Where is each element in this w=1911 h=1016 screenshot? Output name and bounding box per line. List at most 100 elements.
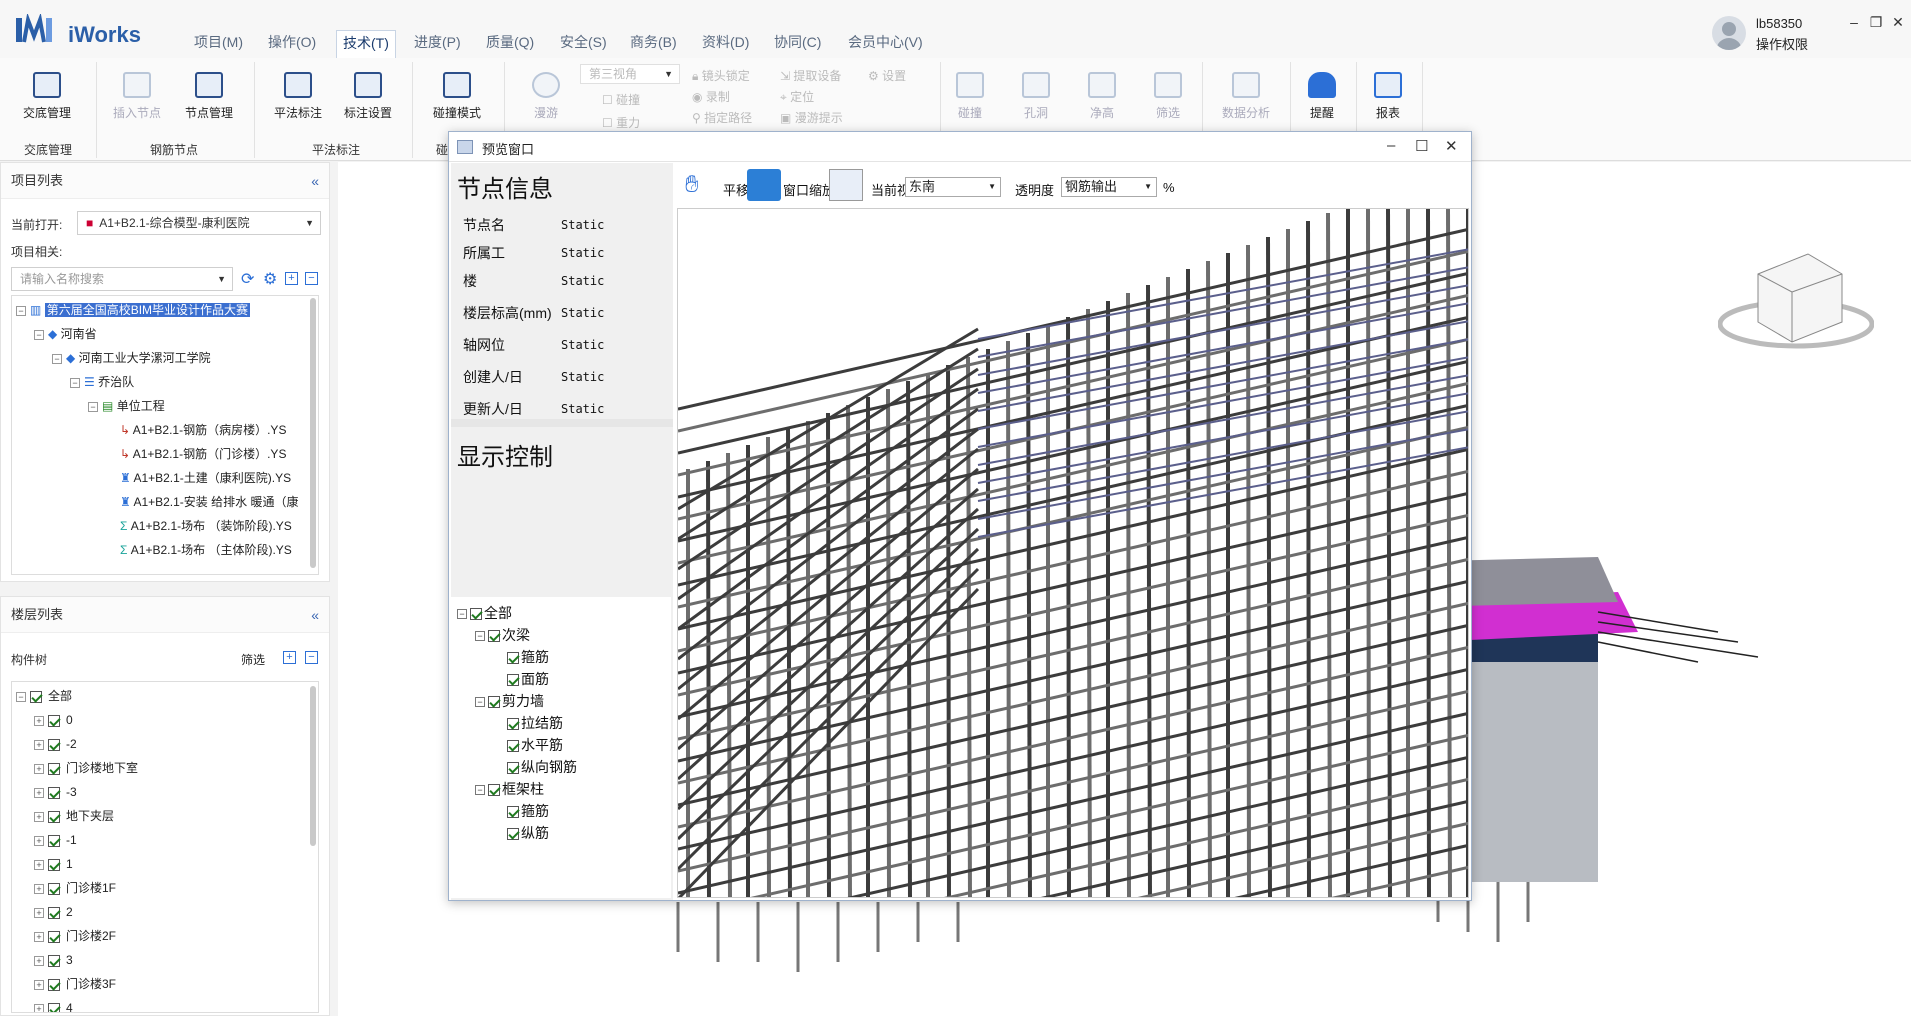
tree-node-province[interactable]: − ◆ 河南省 (34, 324, 97, 344)
floor-item[interactable]: +2 (34, 902, 73, 922)
checkbox[interactable] (470, 608, 482, 621)
collapse-icon[interactable]: − (457, 609, 467, 620)
expand-icon[interactable]: + (34, 835, 44, 846)
tree-file-item[interactable]: ↳ A1+B2.1-钢筋（门诊楼）.YS (120, 444, 286, 464)
checkbox[interactable] (48, 810, 60, 823)
menu-business[interactable]: 商务(B) (624, 30, 683, 56)
zoom-extents-icon[interactable] (747, 169, 781, 201)
checkbox[interactable] (488, 630, 500, 643)
collapse-icon[interactable]: « (311, 163, 319, 199)
record-option[interactable]: ◉ 录制 (692, 88, 730, 105)
collapse-icon[interactable]: − (475, 697, 485, 708)
floor-item[interactable]: +1 (34, 854, 73, 874)
checkbox[interactable] (48, 882, 60, 895)
project-search-input[interactable]: 请输入名称搜索 ▼ (11, 267, 233, 291)
menu-project[interactable]: 项目(M) (188, 30, 249, 56)
refresh-icon[interactable]: ⟳ (241, 269, 254, 289)
ctrl-leaf[interactable]: 纵向钢筋 (507, 757, 577, 777)
hole-button[interactable]: 孔洞 (1016, 58, 1056, 130)
collapse-all-icon[interactable]: − (305, 272, 318, 285)
collapse-icon[interactable]: − (16, 305, 26, 316)
view-mode-select[interactable]: 第三视角 ▼ (580, 64, 680, 84)
remind-button[interactable]: 提醒 (1302, 58, 1342, 130)
expand-all-icon[interactable]: + (283, 651, 296, 664)
checkbox[interactable] (48, 1002, 60, 1012)
minimize-icon[interactable]: – (1387, 137, 1395, 154)
expand-icon[interactable]: + (34, 1003, 44, 1012)
checkbox[interactable] (507, 762, 519, 775)
transparency-select[interactable]: 钢筋输出 ▼ (1061, 177, 1157, 197)
mark-settings-button[interactable]: 标注设置 (336, 58, 400, 130)
floor-item[interactable]: + -3 (34, 782, 77, 802)
gear-icon[interactable]: ⚙ (263, 269, 277, 289)
set-path-option[interactable]: ⚲ 指定路径 (692, 109, 752, 126)
floor-item[interactable]: + 门诊楼地下室 (34, 758, 138, 778)
roam-button[interactable]: 漫游 (516, 58, 576, 130)
tree-file-item[interactable]: Σ A1+B2.1-场布 （装饰阶段).YS (120, 516, 292, 536)
menu-safety[interactable]: 安全(S) (554, 30, 613, 56)
expand-icon[interactable]: + (34, 859, 44, 870)
checkbox[interactable] (48, 858, 60, 871)
extract-device-option[interactable]: ⇲ 提取设备 (780, 67, 841, 84)
checkbox[interactable] (507, 652, 519, 665)
report-button[interactable]: 报表 (1368, 58, 1408, 130)
tree-file-item[interactable]: Σ A1+B2.1-场布 （主体阶段).YS (120, 540, 292, 560)
checkbox[interactable] (507, 718, 519, 731)
rebar-preview-viewport[interactable] (677, 208, 1469, 898)
expand-icon[interactable]: + (34, 883, 44, 894)
ctrl-leaf[interactable]: 箍筋 (507, 647, 549, 667)
floor-item[interactable]: + 门诊楼3F (34, 974, 116, 994)
current-view-select[interactable]: 东南 ▼ (905, 177, 1001, 197)
floor-item[interactable]: + 门诊楼1F (34, 878, 116, 898)
ctrl-node-ciliang[interactable]: − 次梁 (475, 625, 530, 645)
clash-button[interactable]: 碰撞 (950, 58, 990, 130)
menu-member-center[interactable]: 会员中心(V) (842, 30, 929, 56)
collapse-icon[interactable]: « (311, 597, 319, 633)
floor-item[interactable]: + 门诊楼2F (34, 926, 116, 946)
window-zoom-button[interactable]: 窗口缩放 (783, 180, 835, 199)
collapse-icon[interactable]: − (16, 691, 26, 702)
collapse-icon[interactable]: − (52, 353, 62, 364)
magnifier-icon[interactable] (829, 169, 863, 201)
checkbox[interactable] (48, 930, 60, 943)
collapse-icon[interactable]: − (34, 329, 44, 340)
floor-item[interactable]: + -2 (34, 734, 77, 754)
menu-documents[interactable]: 资料(D) (696, 30, 755, 56)
roam-hint-option[interactable]: ▣ 漫游提示 (780, 109, 843, 126)
menu-technology[interactable]: 技术(T) (336, 30, 396, 58)
ctrl-node-all[interactable]: − 全部 (457, 603, 512, 623)
checkbox[interactable] (507, 828, 519, 841)
tree-node-school[interactable]: − ◆ 河南工业大学漯河工学院 (52, 348, 211, 368)
ctrl-leaf[interactable]: 面筋 (507, 669, 549, 689)
ctrl-node-jianliqiang[interactable]: − 剪力墙 (475, 691, 544, 711)
checkbox[interactable] (48, 954, 60, 967)
expand-icon[interactable]: + (34, 739, 44, 750)
floor-item[interactable]: +4 (34, 998, 73, 1012)
checkbox[interactable] (48, 738, 60, 751)
checkbox[interactable] (48, 906, 60, 919)
close-icon[interactable]: ✕ (1888, 14, 1908, 32)
menu-collaboration[interactable]: 协同(C) (768, 30, 827, 56)
viewcube-icon[interactable] (1718, 244, 1874, 364)
node-mgmt-button[interactable]: 节点管理 (176, 58, 242, 130)
checkbox[interactable] (507, 806, 519, 819)
ctrl-leaf[interactable]: 箍筋 (507, 801, 549, 821)
clash-mode-button[interactable]: 碰撞模式 (424, 58, 490, 130)
expand-all-icon[interactable]: + (285, 272, 298, 285)
floor-item[interactable]: +3 (34, 950, 73, 970)
minimize-icon[interactable]: – (1844, 14, 1864, 32)
collapse-icon[interactable]: − (88, 401, 98, 412)
ctrl-leaf[interactable]: 拉结筋 (507, 713, 563, 733)
tree-node-unit[interactable]: − ▤ 单位工程 (88, 396, 165, 416)
tree-file-item[interactable]: ♜ A1+B2.1-安装 给排水 暖通（康 (120, 492, 298, 512)
checkbox[interactable] (507, 674, 519, 687)
checkbox[interactable] (48, 978, 60, 991)
floor-node-all[interactable]: − 全部 (16, 686, 72, 706)
expand-icon[interactable]: + (34, 955, 44, 966)
tree-file-item[interactable]: ↳ A1+B2.1-钢筋（病房楼）.YS (120, 420, 286, 440)
filter-button[interactable]: 筛选 (1148, 58, 1188, 130)
pingfa-mark-button[interactable]: 平法标注 (266, 58, 330, 130)
floor-item[interactable]: +0 (34, 710, 73, 730)
tree-file-item[interactable]: ♜ A1+B2.1-土建（康利医院).YS (120, 468, 291, 488)
ctrl-node-kuangjiazhu[interactable]: − 框架柱 (475, 779, 544, 799)
